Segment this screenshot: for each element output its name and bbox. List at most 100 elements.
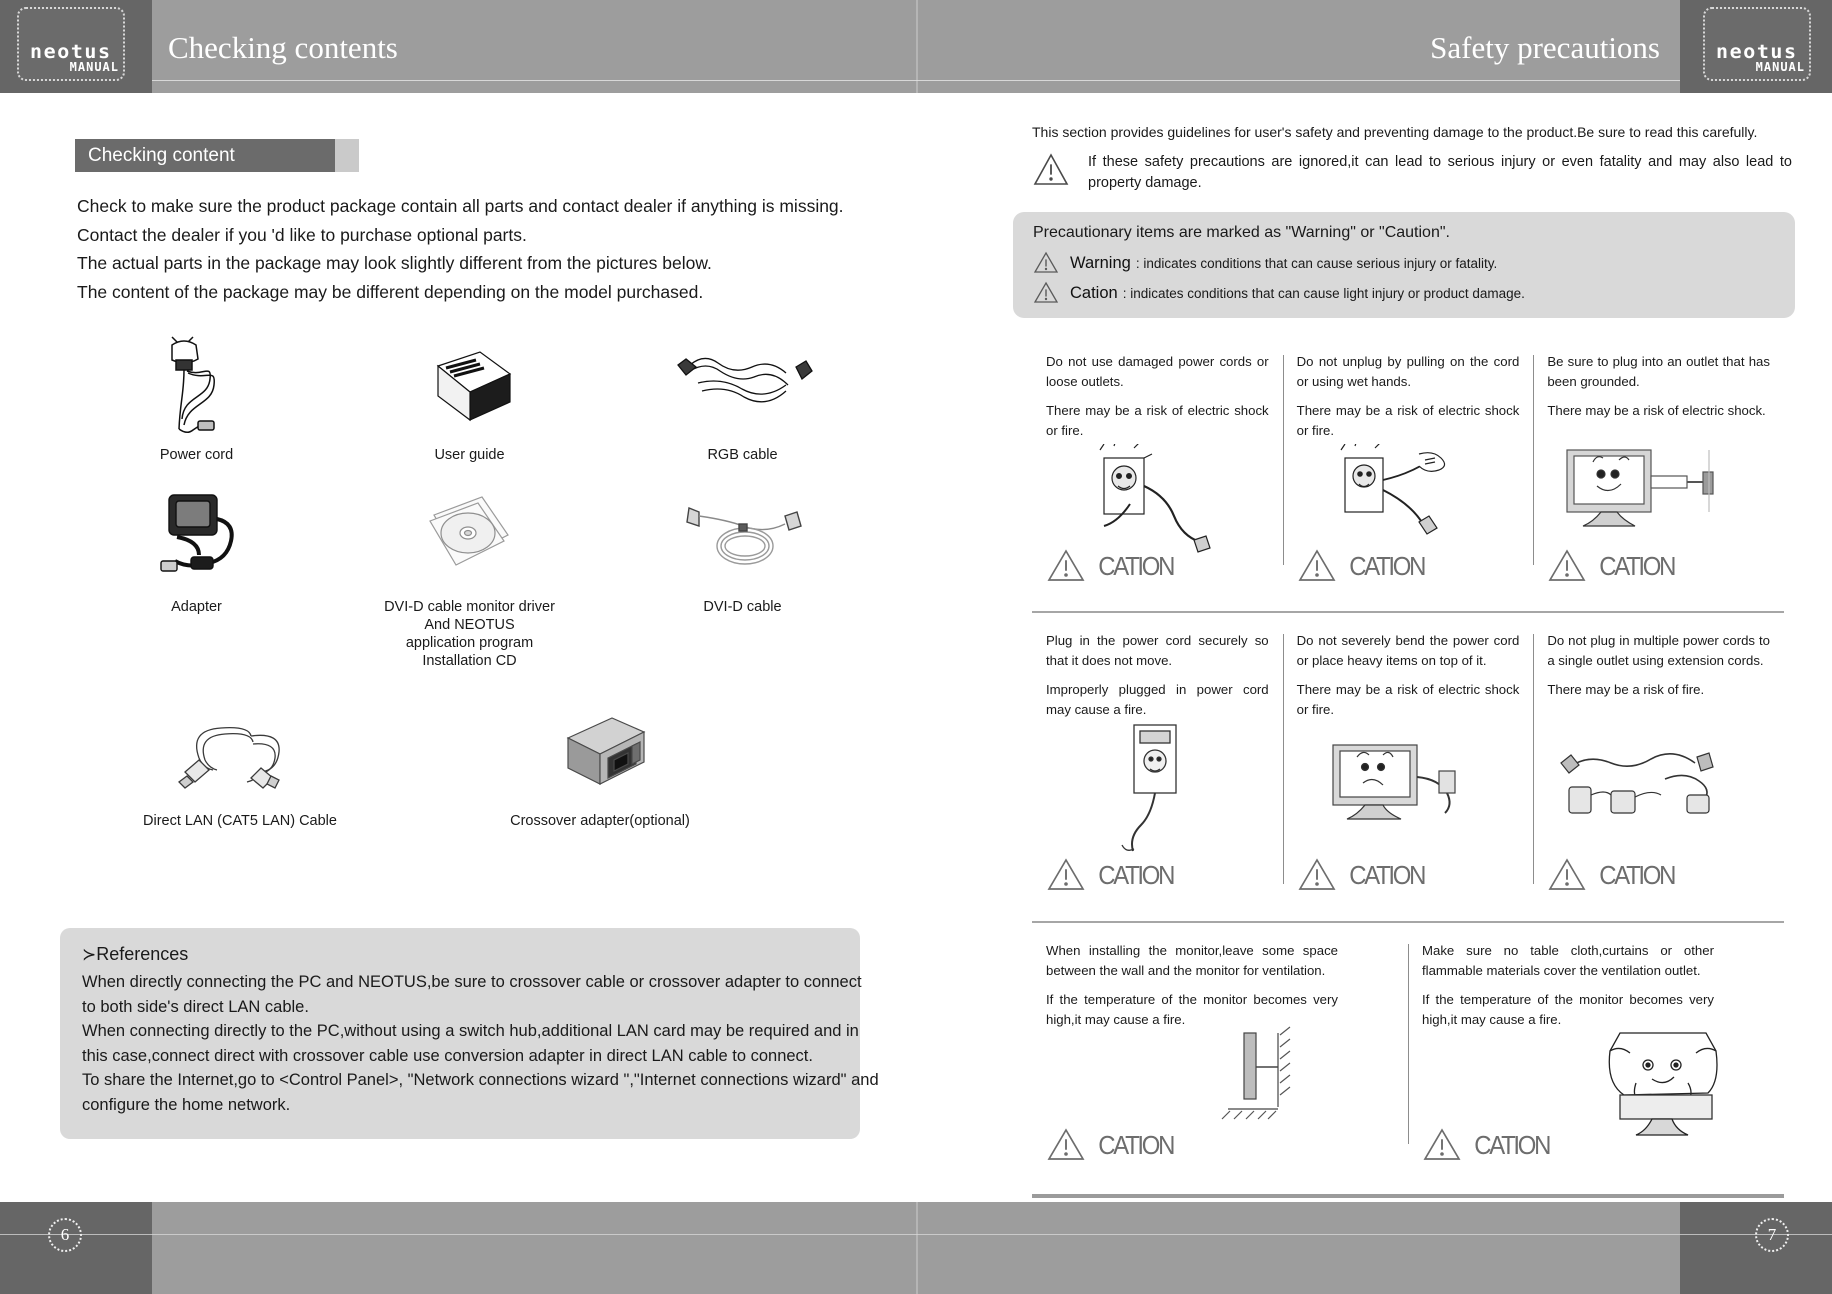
caution-label: CATION bbox=[1098, 859, 1175, 890]
caution-label: CATION bbox=[1599, 859, 1677, 890]
caution-cell-text: Do not severely bend the power cord or p… bbox=[1297, 631, 1520, 720]
references-arrow-icon: ≻ bbox=[82, 945, 96, 964]
part-label: User guide bbox=[434, 447, 505, 463]
caution-triangle-icon bbox=[1423, 1128, 1461, 1160]
caution-cell: Do not unplug by pulling on the cord or … bbox=[1282, 352, 1534, 611]
caution-rule: Plug in the power cord securely so that … bbox=[1046, 633, 1269, 668]
brand-logo-wordmark: neotus bbox=[30, 41, 112, 63]
page-number-right: 7 bbox=[1755, 1218, 1789, 1252]
caution-cell-text: Plug in the power cord securely so that … bbox=[1046, 631, 1269, 720]
safety-intro: This section provides guidelines for use… bbox=[1032, 124, 1758, 140]
page-number-left: 6 bbox=[48, 1218, 82, 1252]
caution-rule: When installing the monitor,leave some s… bbox=[1046, 943, 1338, 978]
lan-cable-icon bbox=[165, 696, 315, 806]
crossover-adapter-icon bbox=[540, 696, 660, 806]
parts-row: Adapter DVI-D cable monitor driver And N… bbox=[60, 482, 880, 670]
caution-risk: There may be a risk of electric shock or… bbox=[1296, 682, 1520, 717]
cd-disc-icon bbox=[416, 482, 524, 592]
caution-cell-text: Do not use damaged power cords or loose … bbox=[1046, 352, 1269, 441]
caution-triangle-icon bbox=[1298, 549, 1336, 581]
reference-line: configure the home network. bbox=[82, 1095, 291, 1114]
section-heading-accent bbox=[335, 139, 359, 172]
caution-badge: CATION bbox=[1046, 857, 1176, 893]
intro-line: The content of the package may be differ… bbox=[77, 281, 704, 302]
caution-cell: Do not plug in multiple power cords to a… bbox=[1533, 631, 1784, 921]
caution-label: CATION bbox=[1348, 550, 1426, 581]
caution-triangle-icon bbox=[1047, 549, 1085, 581]
cell-divider bbox=[1533, 355, 1535, 565]
caution-grid-bottom-rule bbox=[1032, 1194, 1784, 1198]
caution-triangle-icon bbox=[1047, 858, 1085, 890]
footer-center-divider bbox=[916, 1202, 918, 1294]
caution-cell: Do not use damaged power cords or loose … bbox=[1032, 352, 1283, 611]
caution-label: CATION bbox=[1348, 859, 1426, 890]
parts-row: Power cord User guide RGB cable bbox=[60, 330, 880, 464]
caution-risk: There may be a risk of electric shock or… bbox=[1296, 403, 1520, 438]
part-label: RGB cable bbox=[707, 447, 778, 463]
caution-row: Do not use damaged power cords or loose … bbox=[1032, 352, 1784, 611]
caution-risk: There may be a risk of electric shock or… bbox=[1046, 403, 1269, 438]
header-hairline bbox=[152, 80, 1680, 81]
part-label: Power cord bbox=[159, 447, 234, 463]
caution-badge: CATION bbox=[1547, 548, 1677, 584]
parts-row: Direct LAN (CAT5 LAN) Cable Crossover ad… bbox=[60, 696, 880, 830]
caution-risk: There may be a risk of fire. bbox=[1547, 682, 1705, 697]
part-item: DVI-D cable monitor driver And NEOTUS ap… bbox=[333, 482, 606, 670]
reference-line: To share the Internet,go to <Control Pan… bbox=[82, 1071, 879, 1089]
part-label: Adapter bbox=[171, 599, 222, 615]
reference-line: When connecting directly to the PC,witho… bbox=[82, 1022, 859, 1040]
caution-triangle-icon bbox=[1298, 858, 1336, 890]
intro-line: Contact the dealer if you 'd like to pur… bbox=[77, 224, 527, 245]
legend-desc-warning: : indicates conditions that can cause se… bbox=[1135, 255, 1498, 271]
caution-label: CATION bbox=[1098, 550, 1175, 581]
caution-risk: If the temperature of the monitor become… bbox=[1046, 992, 1338, 1027]
footer-hairline bbox=[0, 1234, 1832, 1235]
caution-triangle-icon bbox=[1047, 1128, 1085, 1160]
legend-desc-cation: : indicates conditions that can cause li… bbox=[1122, 285, 1525, 301]
footer-right-block bbox=[1680, 1202, 1832, 1294]
caution-label: CATION bbox=[1599, 550, 1677, 581]
references-title: References bbox=[96, 944, 189, 964]
caution-triangle-icon bbox=[1548, 549, 1586, 581]
warning-triangle-icon bbox=[1032, 152, 1070, 188]
right-page-title: Safety precautions bbox=[1430, 30, 1660, 65]
left-page-title: Checking contents bbox=[168, 30, 398, 65]
caution-label: CATION bbox=[1098, 1129, 1175, 1160]
warning-note-text: If these safety precautions are ignored,… bbox=[1088, 154, 1792, 191]
caution-grid: Do not use damaged power cords or loose … bbox=[1032, 352, 1784, 1198]
reference-line: When directly connecting the PC and NEOT… bbox=[82, 973, 862, 991]
cell-divider bbox=[1282, 355, 1284, 565]
caution-triangle-icon bbox=[1033, 281, 1059, 305]
part-item: Direct LAN (CAT5 LAN) Cable bbox=[60, 696, 420, 830]
brand-logo-wordmark: neotus bbox=[1716, 41, 1798, 63]
package-contents-grid: Power cord User guide RGB cable Adapter … bbox=[60, 330, 880, 830]
caution-rule: Do not plug in multiple power cords to a… bbox=[1547, 633, 1770, 668]
part-item: RGB cable bbox=[606, 330, 879, 464]
caution-rule: Do not unplug by pulling on the cord or … bbox=[1296, 354, 1520, 389]
caution-badge: CATION bbox=[1297, 857, 1427, 893]
caution-cell-text: Make sure no table cloth,curtains or oth… bbox=[1422, 941, 1714, 1030]
references-body: When directly connecting the PC and NEOT… bbox=[82, 970, 879, 1117]
precaution-legend-item: Warning : indicates conditions that can … bbox=[1033, 251, 1775, 275]
caution-badge: CATION bbox=[1046, 548, 1176, 584]
intro-line: Check to make sure the product package c… bbox=[77, 196, 844, 216]
caution-cell: Make sure no table cloth,curtains or oth… bbox=[1408, 941, 1784, 1194]
caution-cell: Plug in the power cord securely so that … bbox=[1032, 631, 1283, 921]
cell-divider bbox=[1533, 634, 1535, 884]
reference-line: to both side's direct LAN cable. bbox=[82, 997, 309, 1016]
caution-cell: Be sure to plug into an outlet that has … bbox=[1533, 352, 1784, 611]
legend-term-warning: Warning bbox=[1070, 253, 1131, 272]
caution-cell-text: Do not plug in multiple power cords to a… bbox=[1547, 631, 1770, 700]
caution-risk: If the temperature of the monitor become… bbox=[1422, 992, 1714, 1027]
part-item: Crossover adapter(optional) bbox=[420, 696, 780, 830]
part-label: Crossover adapter(optional) bbox=[510, 813, 690, 829]
legend-term-cation: Cation bbox=[1070, 283, 1118, 302]
manual-spread: neotus MANUAL neotus MANUAL Checking con… bbox=[0, 0, 1832, 1294]
caution-cell: Do not severely bend the power cord or p… bbox=[1282, 631, 1534, 921]
brand-logo-right: neotus MANUAL bbox=[1703, 7, 1811, 81]
caution-risk: Improperly plugged in power cord may cau… bbox=[1046, 682, 1269, 717]
part-item: Adapter bbox=[60, 482, 333, 670]
precaution-legend-panel: Precautionary items are marked as "Warni… bbox=[1013, 212, 1795, 318]
part-label: DVI-D cable monitor driver And NEOTUS ap… bbox=[384, 599, 555, 669]
caution-badge: CATION bbox=[1547, 857, 1677, 893]
